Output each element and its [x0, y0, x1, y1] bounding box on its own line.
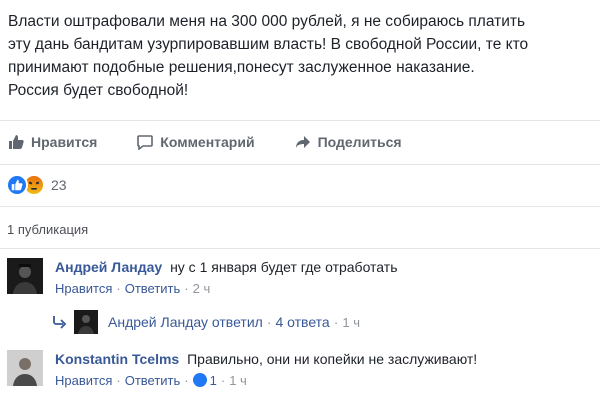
comment-time[interactable]: 1 ч [229, 373, 247, 388]
like-icon [192, 373, 207, 387]
comment-icon [137, 135, 154, 150]
comment-meta: Нравится · Ответить · 2 ч [55, 280, 595, 298]
post-action-bar: Нравится Комментарий Поделиться [0, 122, 600, 162]
replies-count[interactable]: 4 ответа [275, 314, 329, 330]
share-button[interactable]: Поделиться [295, 134, 402, 150]
comment-body: Konstantin Tcelms Правильно, они ни копе… [55, 350, 595, 390]
divider [0, 164, 600, 165]
comment-author[interactable]: Андрей Ландау [55, 259, 162, 275]
reply-arrow-icon [53, 316, 67, 329]
separator-dot: · [184, 373, 189, 388]
comment-text: Правильно, они ни копейки не заслуживают… [187, 351, 478, 367]
like-button[interactable]: Нравится [8, 134, 97, 150]
comment-text: ну с 1 января будет где отработать [170, 259, 398, 275]
divider [0, 206, 600, 207]
reply-avatar [74, 310, 98, 334]
share-icon [295, 136, 310, 148]
separator-dot: · [184, 281, 189, 296]
separator-dot: · [220, 373, 226, 388]
separator-dot: · [116, 281, 121, 296]
post-text-line: Россия будет свободной! [8, 82, 189, 99]
thumbs-up-icon [9, 135, 24, 149]
like-button-label: Нравится [31, 134, 98, 150]
comment-button-label: Комментарий [160, 134, 255, 150]
post-text: Власти оштрафовали меня на 300 000 рубле… [8, 10, 588, 102]
post-text-line: Власти оштрафовали меня на 300 000 рубле… [8, 13, 526, 30]
avatar[interactable] [7, 258, 43, 294]
shares-count-link[interactable]: 1 публикация [7, 222, 88, 237]
comment-likes-count[interactable]: 1 [210, 373, 217, 388]
post-text-line: принимают подобные решения,понесут заслу… [8, 59, 475, 76]
comment-body: Андрей Ландау ну с 1 января будет где от… [55, 258, 595, 298]
comment-author[interactable]: Konstantin Tcelms [55, 351, 179, 367]
comment-button[interactable]: Комментарий [137, 134, 255, 150]
reactions-summary[interactable]: 23 [6, 174, 67, 196]
like-icon [6, 174, 28, 196]
comment-reply-link[interactable]: Ответить [125, 373, 181, 388]
comment-like-link[interactable]: Нравится [55, 281, 112, 296]
divider [0, 120, 600, 121]
divider [0, 248, 600, 249]
reactions-count: 23 [51, 177, 67, 193]
comment-reply-link[interactable]: Ответить [125, 281, 181, 296]
post-text-line: эту дань бандитам узурпировавшим власть!… [8, 36, 529, 53]
replies-summary-text[interactable]: Андрей Ландау ответил [108, 314, 263, 330]
replies-time: 1 ч [342, 314, 360, 330]
separator-dot: · [266, 314, 272, 330]
share-button-label: Поделиться [317, 134, 402, 150]
avatar[interactable] [7, 350, 43, 386]
view-replies-row[interactable]: Андрей Ландау ответил · 4 ответа · 1 ч [52, 308, 360, 336]
comment-meta: Нравится · Ответить · 1 · 1 ч [55, 372, 595, 390]
comment-like-link[interactable]: Нравится [55, 373, 112, 388]
separator-dot: · [333, 314, 339, 330]
separator-dot: · [116, 373, 121, 388]
comment-time[interactable]: 2 ч [193, 281, 211, 296]
